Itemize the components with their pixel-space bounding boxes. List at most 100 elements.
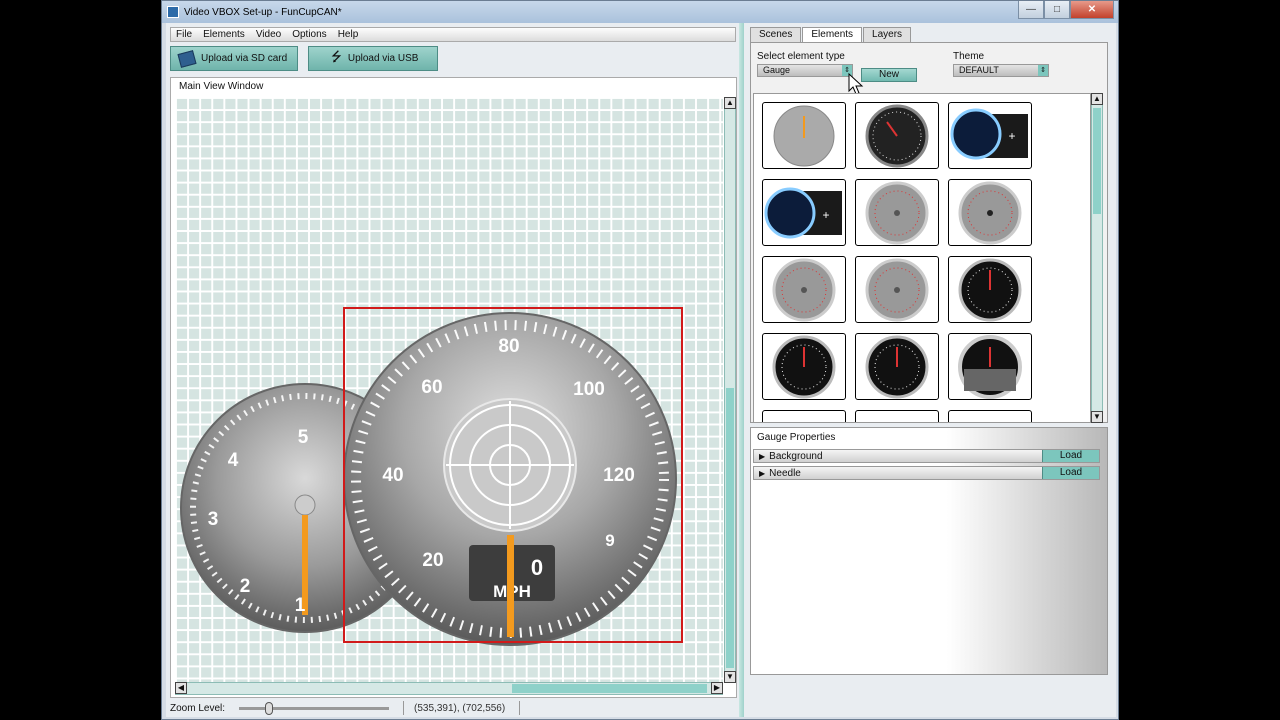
speedometer-gauge[interactable]: 0 MPH 20 40 60 80 100 120 9 bbox=[343, 312, 677, 646]
speedometer-needle bbox=[507, 535, 514, 637]
menu-help[interactable]: Help bbox=[333, 29, 365, 40]
menu-options[interactable]: Options bbox=[287, 29, 332, 40]
zoom-label: Zoom Level: bbox=[170, 702, 226, 714]
gauge-properties-panel: Gauge Properties ▶ Background Load ▶ Nee… bbox=[750, 427, 1108, 675]
gauge-thumb-icon bbox=[865, 181, 929, 244]
tab-scenes[interactable]: Scenes bbox=[750, 27, 802, 42]
title-bar[interactable]: Video VBOX Set-up - FunCupCAN* — □ ✕ bbox=[162, 1, 1118, 23]
main-horizontal-scrollbar[interactable]: ◀ ▶ bbox=[175, 682, 723, 695]
minimize-button[interactable]: — bbox=[1018, 1, 1044, 19]
speed-label-100: 100 bbox=[573, 379, 605, 400]
gauge-thumb-icon bbox=[958, 334, 1022, 399]
svg-text:+: + bbox=[822, 208, 829, 222]
gauge-thumb-icon: + bbox=[950, 108, 1028, 159]
menu-file[interactable]: File bbox=[171, 29, 198, 40]
scroll-down-arrow[interactable]: ▼ bbox=[1091, 411, 1103, 423]
gauge-thumbnail[interactable] bbox=[948, 256, 1032, 323]
gauge-thumbnail[interactable] bbox=[855, 256, 939, 323]
gauge-thumbnail[interactable]: + bbox=[762, 179, 846, 246]
left-gauge-label-3: 3 bbox=[208, 509, 219, 530]
menu-bar: File Elements Video Options Help bbox=[170, 27, 736, 42]
upload-sd-label: Upload via SD card bbox=[201, 53, 288, 64]
scroll-up-arrow[interactable]: ▲ bbox=[724, 97, 736, 109]
app-icon bbox=[167, 6, 179, 18]
splitter[interactable] bbox=[739, 23, 744, 717]
selection-coords: (535,391), (702,556) bbox=[414, 702, 506, 714]
gauges-canvas: 1 2 3 4 5 0 20 40 60 80 100 120 9 bbox=[180, 307, 683, 646]
gauge-thumbnail[interactable] bbox=[948, 179, 1032, 246]
left-gauge-label-4: 4 bbox=[228, 450, 239, 471]
left-gauge-label-1: 1 bbox=[295, 595, 306, 616]
menu-video[interactable]: Video bbox=[251, 29, 287, 40]
gauge-thumb-icon bbox=[865, 104, 929, 167]
expand-arrow-icon[interactable]: ▶ bbox=[759, 452, 765, 461]
load-needle-button[interactable]: Load bbox=[1042, 467, 1099, 479]
menu-elements[interactable]: Elements bbox=[198, 29, 251, 40]
spinner-icon[interactable]: ⇕ bbox=[1038, 65, 1048, 76]
upload-usb-label: Upload via USB bbox=[347, 53, 419, 64]
property-row-needle[interactable]: ▶ Needle Load bbox=[753, 466, 1100, 480]
tab-layers[interactable]: Layers bbox=[863, 27, 912, 42]
gear-label: 9 bbox=[605, 531, 614, 550]
gauge-properties-title: Gauge Properties bbox=[757, 432, 836, 443]
main-vscroll-thumb[interactable] bbox=[726, 388, 734, 668]
scroll-left-arrow[interactable]: ◀ bbox=[175, 682, 187, 694]
thumbnail-scroll-thumb[interactable] bbox=[1093, 108, 1101, 214]
gauge-thumb-icon bbox=[772, 335, 836, 398]
scroll-up-arrow[interactable]: ▲ bbox=[1091, 93, 1103, 105]
gauge-thumbnail[interactable] bbox=[762, 102, 846, 169]
gauge-thumbnail[interactable]: + bbox=[948, 102, 1032, 169]
property-row-background[interactable]: ▶ Background Load bbox=[753, 449, 1100, 463]
sd-card-icon bbox=[177, 49, 197, 68]
gauge-thumbnail[interactable] bbox=[948, 333, 1032, 400]
close-button[interactable]: ✕ bbox=[1070, 1, 1114, 19]
panel-tabs: Scenes Elements Layers bbox=[750, 27, 912, 42]
speed-label-20: 20 bbox=[422, 550, 443, 571]
zoom-slider[interactable] bbox=[239, 701, 390, 715]
upload-usb-button[interactable]: ⭍ Upload via USB bbox=[308, 46, 438, 71]
gauge-thumbnail[interactable] bbox=[855, 333, 939, 400]
new-button[interactable]: New bbox=[861, 68, 917, 82]
load-background-button[interactable]: Load bbox=[1042, 450, 1099, 462]
theme-select[interactable]: DEFAULT ⇕ bbox=[953, 64, 1049, 77]
main-hscroll-thumb[interactable] bbox=[512, 684, 707, 693]
status-separator bbox=[519, 701, 521, 715]
property-label: Needle bbox=[769, 467, 801, 479]
scroll-down-arrow[interactable]: ▼ bbox=[724, 671, 736, 683]
gauge-thumbnail[interactable] bbox=[762, 256, 846, 323]
gauge-thumbnail[interactable] bbox=[948, 410, 1032, 422]
usb-icon: ⭍ bbox=[331, 48, 342, 64]
maximize-button[interactable]: □ bbox=[1044, 1, 1070, 19]
digital-value: 0 bbox=[531, 555, 543, 580]
gauge-thumbnail[interactable] bbox=[855, 179, 939, 246]
select-type-label: Select element type bbox=[757, 51, 845, 62]
gauge-thumbnail[interactable] bbox=[762, 333, 846, 400]
gauge-thumbnail[interactable] bbox=[855, 410, 939, 422]
gauge-thumb-icon bbox=[865, 258, 929, 321]
elements-panel: Select element type Gauge ⇕ New Theme DE… bbox=[750, 42, 1108, 423]
scroll-right-arrow[interactable]: ▶ bbox=[711, 682, 723, 694]
main-vertical-scrollbar[interactable]: ▲ ▼ bbox=[724, 97, 736, 683]
canvas-grid[interactable]: 1 2 3 4 5 0 20 40 60 80 100 120 9 bbox=[175, 97, 723, 683]
gauge-thumb-icon bbox=[958, 181, 1022, 244]
speed-label-60: 60 bbox=[421, 377, 442, 398]
gauge-thumb-icon: + bbox=[764, 187, 842, 238]
tab-elements[interactable]: Elements bbox=[802, 27, 863, 42]
upload-sd-button[interactable]: Upload via SD card bbox=[170, 46, 298, 71]
main-view-window: Main View Window 1 2 3 4 5 0 20 40 60 80… bbox=[170, 77, 737, 698]
gauge-thumb-icon bbox=[773, 105, 835, 166]
left-gauge-label-5: 5 bbox=[298, 427, 309, 448]
zoom-slider-knob[interactable] bbox=[265, 701, 274, 715]
gauge-thumbnail[interactable] bbox=[855, 102, 939, 169]
theme-value: DEFAULT bbox=[959, 65, 999, 75]
crosshair-icon bbox=[443, 398, 577, 532]
property-label: Background bbox=[769, 450, 823, 462]
gauge-thumb-icon bbox=[958, 258, 1022, 321]
left-gauge-label-2: 2 bbox=[240, 576, 251, 597]
element-type-select[interactable]: Gauge ⇕ bbox=[757, 64, 853, 77]
window-title: Video VBOX Set-up - FunCupCAN* bbox=[184, 6, 342, 18]
gauge-thumbnail[interactable] bbox=[762, 410, 846, 422]
thumbnail-scrollbar[interactable]: ▲ ▼ bbox=[1091, 93, 1103, 423]
gauge-thumbnail-grid: + + bbox=[753, 93, 1091, 423]
expand-arrow-icon[interactable]: ▶ bbox=[759, 469, 765, 478]
